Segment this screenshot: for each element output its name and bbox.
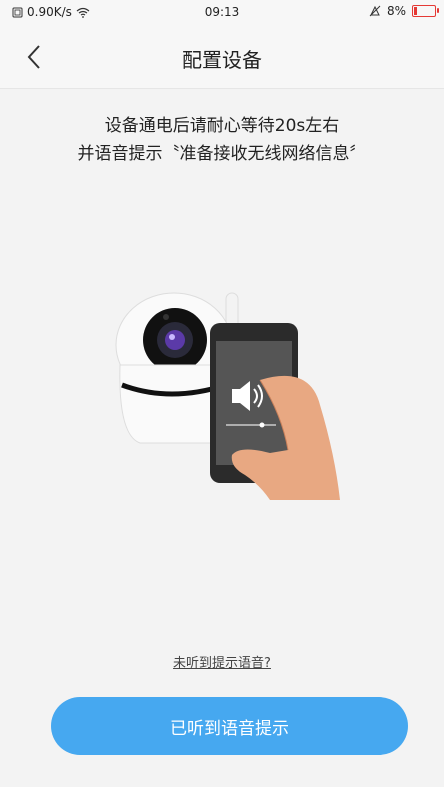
status-right: 8% — [369, 4, 439, 18]
instruction-line-2: 并语音提示〝准备接收无线网络信息〞 — [77, 144, 367, 164]
heard-voice-prompt-button[interactable]: 已听到语音提示 — [51, 697, 408, 755]
alarm-off-icon — [369, 5, 381, 17]
instruction-line-1: 设备通电后请耐心等待20s左右 — [104, 116, 340, 136]
battery-percent: 8% — [386, 4, 406, 18]
camera-phone-image — [115, 292, 340, 500]
status-bar: 0.90K/s 09:13 8% — [0, 0, 444, 26]
page-title: 配置设备 — [182, 48, 262, 72]
nav-bar: 配置设备 — [0, 26, 444, 89]
device-illustration — [110, 285, 342, 505]
no-voice-prompt-link[interactable]: 未听到提示语音? — [0, 652, 444, 671]
instruction-text: 设备通电后请耐心等待20s左右 并语音提示〝准备接收无线网络信息〞 — [0, 112, 444, 168]
battery-icon — [412, 5, 439, 17]
